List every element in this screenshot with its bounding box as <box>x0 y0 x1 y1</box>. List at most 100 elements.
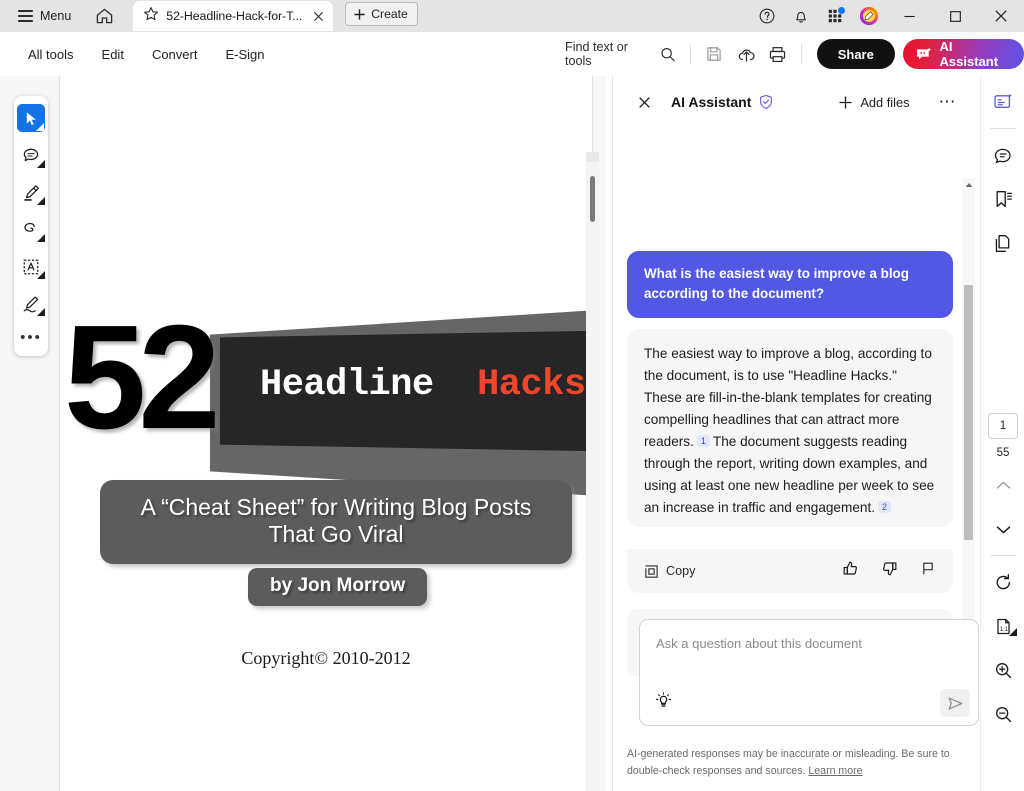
ai-chat-scrollbar[interactable] <box>962 178 975 674</box>
comment-tool-button[interactable] <box>14 137 48 174</box>
cover-subtitle: A “Cheat Sheet” for Writing Blog Posts T… <box>140 494 532 547</box>
assistant-message-bubble: The easiest way to improve a blog, accor… <box>627 329 953 527</box>
page-number-input[interactable]: 1 <box>988 413 1018 439</box>
home-button[interactable] <box>87 3 121 29</box>
citation-badge-2[interactable]: 2 <box>878 501 892 513</box>
fit-page-button[interactable]: 1:1 <box>981 608 1024 644</box>
toolbar-item-convert[interactable]: Convert <box>138 39 212 69</box>
toolbar-item-edit[interactable]: Edit <box>88 39 138 69</box>
annotation-toolbar: ••• <box>14 96 48 356</box>
toolbar-divider-2 <box>800 44 802 64</box>
document-pane: 52 Headline Hacks A “Cheat Sheet” for Wr… <box>0 76 612 791</box>
highlight-tool-button[interactable] <box>14 174 48 211</box>
rotate-page-button[interactable] <box>981 564 1024 600</box>
copy-label: Copy <box>666 564 696 578</box>
print-button[interactable] <box>762 38 794 70</box>
create-button[interactable]: Create <box>345 2 418 26</box>
share-button[interactable]: Share <box>816 39 895 69</box>
chevron-down-icon <box>37 160 45 168</box>
zoom-in-icon <box>995 662 1011 678</box>
chevron-down-icon <box>37 308 45 316</box>
cover-author-box: by Jon Morrow <box>248 568 428 606</box>
zoom-in-button[interactable] <box>981 652 1024 688</box>
acrobat-window: Menu 52-Headline-Hack-for-T... Create Al… <box>0 0 1024 791</box>
profile-button[interactable] <box>852 0 886 32</box>
thumbs-down-button[interactable] <box>881 560 898 582</box>
minimize-button[interactable] <box>886 0 932 32</box>
previous-page-button[interactable] <box>981 467 1024 503</box>
prompt-suggestions-button[interactable] <box>654 691 673 715</box>
window-close-button[interactable] <box>978 0 1024 32</box>
profile-avatar-icon <box>859 6 879 26</box>
pdf-page[interactable]: 52 Headline Hacks A “Cheat Sheet” for Wr… <box>60 76 592 791</box>
select-tool-button[interactable] <box>17 104 45 132</box>
notifications-button[interactable] <box>784 0 818 32</box>
rail-comments-button[interactable] <box>981 137 1024 173</box>
svg-text:1:1: 1:1 <box>999 625 1008 632</box>
save-button[interactable] <box>698 38 730 70</box>
ai-composer[interactable]: Ask a question about this document <box>639 619 979 726</box>
maximize-icon <box>949 10 961 22</box>
search-icon <box>661 47 675 61</box>
menu-button[interactable]: Menu <box>10 3 79 29</box>
cover-headline-accent: Hacks <box>477 364 586 406</box>
thumbs-up-button[interactable] <box>842 560 859 582</box>
user-message-bubble: What is the easiest way to improve a blo… <box>627 251 953 318</box>
toolbar-item-all-tools[interactable]: All tools <box>14 39 88 69</box>
toolbar-item-esign[interactable]: E-Sign <box>211 39 278 69</box>
add-files-label: Add files <box>860 94 910 110</box>
help-button[interactable] <box>750 0 784 32</box>
rail-page-thumbnails-button[interactable] <box>981 225 1024 261</box>
chevron-down-icon <box>996 525 1010 533</box>
zoom-out-button[interactable] <box>981 696 1024 732</box>
send-message-button[interactable] <box>940 689 970 717</box>
ai-panel-close-button[interactable] <box>631 89 657 115</box>
ai-privacy-shield[interactable] <box>758 94 774 110</box>
cover-big-number: 52 <box>64 295 221 460</box>
ai-assistant-button-label: AI Assistant <box>939 39 999 69</box>
citation-badge-1[interactable]: 1 <box>696 435 710 447</box>
rail-ai-assistant-button[interactable] <box>981 84 1024 120</box>
maximize-button[interactable] <box>932 0 978 32</box>
find-button[interactable]: Find text or tools <box>557 39 683 69</box>
apps-button[interactable] <box>818 0 852 32</box>
copy-button[interactable]: Copy <box>644 564 695 579</box>
cover-headline-word: Headline <box>260 364 434 406</box>
bookmark-rail-icon <box>996 190 1012 207</box>
scroll-up-arrow[interactable] <box>962 178 975 191</box>
stamp-tool-button[interactable] <box>14 285 48 322</box>
rail-bookmarks-button[interactable] <box>981 181 1024 217</box>
add-files-button[interactable]: Add files <box>830 88 917 116</box>
page-thumbnails-rail-icon <box>995 234 1009 252</box>
draw-tool-button[interactable] <box>14 211 48 248</box>
text-box-tool-button[interactable] <box>14 248 48 285</box>
page-navigation-group: 1 55 1:1 <box>981 413 1024 732</box>
chevron-down-icon <box>37 197 45 205</box>
document-tab[interactable]: 52-Headline-Hack-for-T... <box>133 1 334 31</box>
toolbar-divider <box>690 44 692 64</box>
report-button[interactable] <box>920 560 936 582</box>
cover-subtitle-box: A “Cheat Sheet” for Writing Blog Posts T… <box>100 480 572 564</box>
cover-author: by Jon Morrow <box>270 575 406 596</box>
print-icon <box>770 46 786 62</box>
chevron-down-icon <box>37 234 45 242</box>
document-vertical-scrollbar[interactable] <box>586 152 599 791</box>
rotate-icon <box>996 573 1010 589</box>
document-scroll-thumb[interactable] <box>590 176 595 222</box>
star-icon[interactable] <box>143 6 159 27</box>
more-tools-button[interactable]: ••• <box>14 322 48 352</box>
thumbs-down-icon <box>883 562 897 576</box>
ai-panel-more-button[interactable]: ⋯ <box>933 88 961 116</box>
learn-more-link[interactable]: Learn more <box>808 765 862 777</box>
ai-disclaimer: AI-generated responses may be inaccurate… <box>627 746 967 780</box>
comment-rail-icon <box>994 148 1011 163</box>
find-label: Find text or tools <box>565 40 628 68</box>
ai-assistant-button[interactable]: AI Assistant <box>902 39 1024 69</box>
next-page-button[interactable] <box>981 511 1024 547</box>
chevron-up-icon <box>996 481 1010 489</box>
save-icon <box>707 47 721 61</box>
close-icon <box>638 96 650 108</box>
upload-button[interactable] <box>730 38 762 70</box>
tab-close-button[interactable] <box>309 7 327 25</box>
ai-chat-scroll-thumb[interactable] <box>964 285 973 540</box>
